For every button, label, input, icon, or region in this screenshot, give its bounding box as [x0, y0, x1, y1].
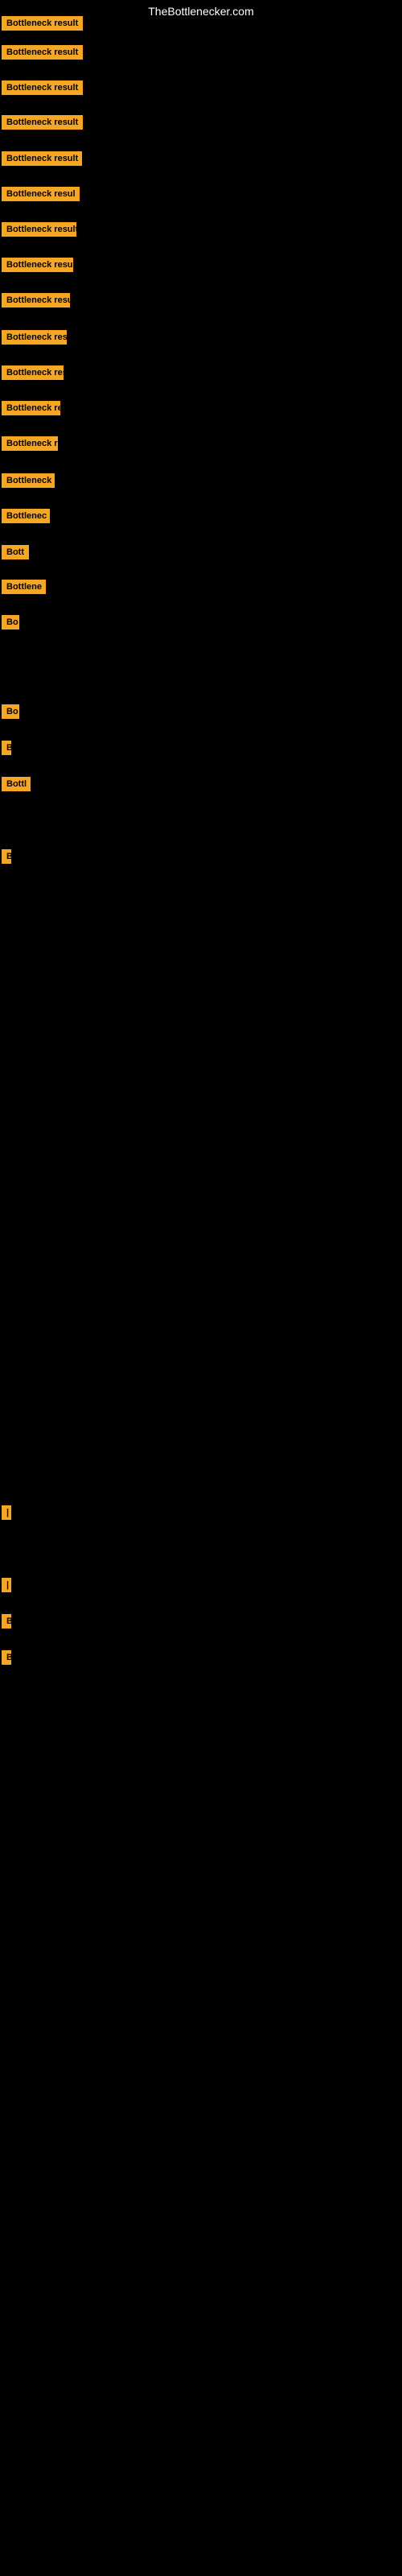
bottleneck-badge-container: Bottleneck re — [2, 401, 60, 419]
bottleneck-badge-container: Bottleneck res — [2, 365, 64, 384]
bottleneck-result-badge[interactable]: B — [2, 1650, 11, 1665]
bottleneck-result-badge[interactable]: Bottleneck res — [2, 436, 58, 451]
bottleneck-result-badge[interactable]: Bottleneck resul — [2, 187, 80, 201]
bottleneck-badge-container: Bo — [2, 615, 19, 634]
bottleneck-result-badge[interactable]: Bottlenec — [2, 509, 50, 523]
bottleneck-badge-container: Bottleneck result — [2, 45, 83, 64]
bottleneck-result-badge[interactable]: Bottleneck resul — [2, 258, 73, 272]
bottleneck-result-badge[interactable]: Bottleneck res — [2, 365, 64, 380]
bottleneck-result-badge[interactable]: | — [2, 1578, 11, 1592]
bottleneck-badge-container: B — [2, 741, 11, 759]
bottleneck-badge-container: Bott — [2, 545, 29, 564]
bottleneck-badge-container: Bottleneck resul — [2, 258, 73, 276]
bottleneck-badge-container: Bottleneck result — [2, 222, 76, 241]
bottleneck-result-badge[interactable]: B — [2, 1614, 11, 1629]
bottleneck-result-badge[interactable]: Bottleneck result — [2, 80, 83, 95]
bottleneck-badge-container: | — [2, 1505, 11, 1524]
bottleneck-result-badge[interactable]: Bottlene — [2, 580, 46, 594]
bottleneck-badge-container: B — [2, 1650, 11, 1669]
bottleneck-result-badge[interactable]: Bottleneck resu — [2, 293, 70, 308]
bottleneck-badge-container: B — [2, 849, 11, 868]
bottleneck-badge-container: Bottleneck result — [2, 151, 82, 170]
bottleneck-result-badge[interactable]: | — [2, 1505, 11, 1520]
bottleneck-result-badge[interactable]: Bottleneck result — [2, 222, 76, 237]
bottleneck-result-badge[interactable]: Bott — [2, 545, 29, 559]
bottleneck-result-badge[interactable]: Bottleneck result — [2, 115, 83, 130]
bottleneck-badge-container: Bottleneck res — [2, 436, 58, 455]
bottleneck-badge-container: Bottlene — [2, 580, 46, 598]
bottleneck-result-badge[interactable]: Bottleneck re — [2, 473, 55, 488]
bottleneck-badge-container: Bottleneck result — [2, 16, 83, 35]
bottleneck-badge-container: Bottleneck result — [2, 80, 83, 99]
bottleneck-badge-container: Bottleneck resul — [2, 187, 80, 205]
bottleneck-result-badge[interactable]: Bo — [2, 704, 19, 719]
bottleneck-result-badge[interactable]: Bottl — [2, 777, 31, 791]
bottleneck-result-badge[interactable]: Bottleneck resu — [2, 330, 67, 345]
bottleneck-result-badge[interactable]: B — [2, 741, 11, 755]
bottleneck-badge-container: Bottleneck resu — [2, 330, 67, 349]
bottleneck-result-badge[interactable]: Bottleneck result — [2, 45, 83, 60]
bottleneck-badge-container: Bo — [2, 704, 19, 723]
bottleneck-result-badge[interactable]: Bo — [2, 615, 19, 630]
bottleneck-result-badge[interactable]: Bottleneck result — [2, 151, 82, 166]
bottleneck-badge-container: Bottl — [2, 777, 31, 795]
bottleneck-badge-container: Bottlenec — [2, 509, 50, 527]
bottleneck-badge-container: Bottleneck result — [2, 115, 83, 134]
bottleneck-badge-container: Bottleneck re — [2, 473, 55, 492]
bottleneck-result-badge[interactable]: B — [2, 849, 11, 864]
bottleneck-badge-container: | — [2, 1578, 11, 1596]
bottleneck-result-badge[interactable]: Bottleneck result — [2, 16, 83, 31]
bottleneck-badge-container: B — [2, 1614, 11, 1633]
bottleneck-badge-container: Bottleneck resu — [2, 293, 70, 312]
bottleneck-result-badge[interactable]: Bottleneck re — [2, 401, 60, 415]
